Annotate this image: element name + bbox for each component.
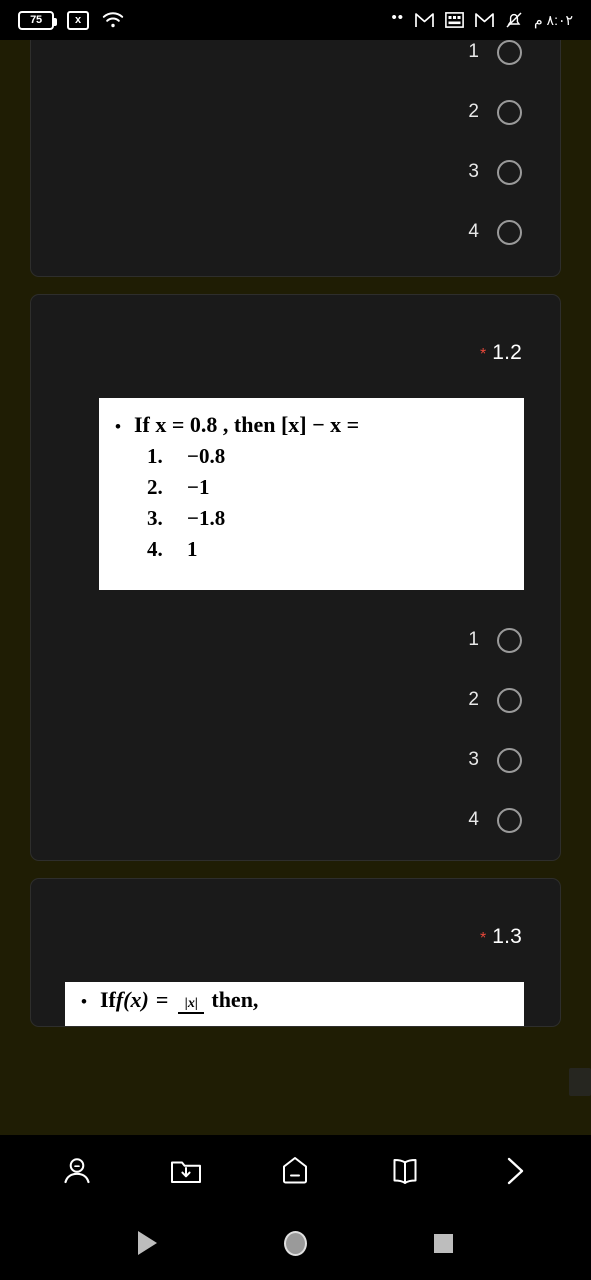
question-2-header: * 1.2	[31, 295, 560, 365]
radio-button[interactable]	[497, 747, 522, 773]
question-2-math-content: • If x = 0.8 , then [x] − x = 1. −0.8 2.…	[99, 398, 524, 562]
required-asterisk: *	[479, 930, 487, 947]
radio-option-label: 1	[468, 41, 479, 62]
choice-value: −1	[187, 475, 210, 499]
android-back-button[interactable]	[126, 1221, 170, 1265]
question-2-choice: 4. 1	[147, 537, 524, 562]
choice-index: 3.	[147, 506, 163, 530]
radio-option[interactable]: 1	[31, 610, 522, 670]
profile-icon[interactable]	[50, 1144, 104, 1198]
radio-button[interactable]	[497, 40, 522, 65]
radio-option[interactable]: 3	[31, 730, 522, 790]
gmail-icon	[475, 12, 494, 27]
android-home-button[interactable]	[274, 1221, 318, 1265]
question-3-math-content: • If f (x) = |x| then,	[65, 982, 524, 1015]
no-sim-icon: x	[67, 10, 89, 30]
radio-button[interactable]	[497, 219, 522, 245]
battery-level-label: 75	[30, 14, 42, 26]
question-card-2: * 1.2 • If x = 0.8 , then [x] − x = 1. −…	[30, 294, 561, 861]
question-3-stem-suffix: then,	[211, 987, 259, 1012]
gmail-icon	[415, 12, 434, 27]
radio-option[interactable]: 4	[31, 202, 522, 262]
radio-option-label: 4	[468, 221, 479, 242]
radio-button[interactable]	[497, 99, 522, 125]
choice-value: −1.8	[187, 506, 226, 530]
question-card-1: 1 2 3 4	[30, 40, 561, 277]
no-sim-label: x	[74, 14, 82, 26]
status-bar: 75 x •• ٨:٠٢ م	[0, 0, 591, 40]
question-2-choice-list: 1. −0.8 2. −1 3. −1.8 4. 1	[147, 444, 524, 562]
wifi-icon	[102, 12, 124, 28]
bookmarks-icon[interactable]	[378, 1144, 432, 1198]
phone-screen: 75 x •• ٨:٠٢ م 1 2 3 4 * 1.2 • If x = 0.…	[0, 0, 591, 1280]
question-2-options: 1 2 3 4	[31, 610, 560, 850]
form-scroll-area[interactable]: 1 2 3 4 * 1.2 • If x = 0.8 , then [x] − …	[0, 40, 591, 1135]
bullet-icon: •	[115, 417, 121, 436]
question-2-image: • If x = 0.8 , then [x] − x = 1. −0.8 2.…	[99, 398, 524, 590]
question-1-options: 1 2 3 4	[31, 40, 560, 262]
radio-option-label: 4	[468, 809, 479, 830]
fraction: |x|	[178, 996, 205, 1015]
fraction-numerator: |x|	[184, 996, 198, 1011]
required-asterisk: *	[479, 346, 487, 363]
android-recents-button[interactable]	[422, 1221, 466, 1265]
radio-option[interactable]: 4	[31, 790, 522, 850]
scrollbar-thumb[interactable]	[569, 1068, 591, 1096]
question-3-number: 1.3	[492, 925, 522, 948]
radio-option-label: 3	[468, 161, 479, 182]
equals-sign: =	[155, 987, 169, 1012]
keyboard-icon	[445, 12, 464, 28]
radio-button[interactable]	[497, 807, 522, 833]
question-3-stem-prefix: If	[99, 987, 116, 1012]
bullet-icon: •	[81, 992, 87, 1011]
fraction-bar	[178, 1012, 205, 1014]
question-2-choice: 2. −1	[147, 475, 524, 500]
question-3-stem: • If f (x) = |x| then,	[81, 987, 524, 1015]
question-3-function-arg: (x)	[123, 987, 149, 1012]
choice-value: 1	[187, 537, 198, 561]
choice-index: 1.	[147, 444, 163, 468]
radio-option[interactable]: 1	[31, 40, 522, 82]
browser-bottom-bar	[0, 1135, 591, 1206]
radio-option-label: 2	[468, 101, 479, 122]
android-navigation-bar	[0, 1206, 591, 1280]
battery-icon: 75	[18, 10, 57, 30]
home-circle-icon	[284, 1230, 307, 1256]
question-3-image: • If f (x) = |x| then,	[65, 982, 524, 1026]
back-triangle-icon	[138, 1231, 157, 1255]
status-bar-left: 75 x	[18, 10, 124, 30]
more-dots-icon: ••	[391, 8, 404, 26]
choice-index: 4.	[147, 537, 163, 561]
forward-icon[interactable]	[487, 1144, 541, 1198]
choice-value: −0.8	[187, 444, 226, 468]
recents-square-icon	[434, 1233, 453, 1253]
question-2-stem: • If x = 0.8 , then [x] − x =	[115, 412, 524, 438]
status-bar-clock: ٨:٠٢ م	[533, 11, 573, 28]
radio-option-label: 3	[468, 749, 479, 770]
question-2-choice: 3. −1.8	[147, 506, 524, 531]
question-2-choice: 1. −0.8	[147, 444, 524, 469]
home-icon[interactable]	[268, 1144, 322, 1198]
radio-button[interactable]	[497, 627, 522, 653]
status-bar-right: •• ٨:٠٢ م	[391, 8, 573, 29]
notifications-muted-icon	[506, 12, 522, 28]
radio-option[interactable]: 2	[31, 670, 522, 730]
radio-option[interactable]: 2	[31, 82, 522, 142]
question-2-stem-text: If x = 0.8 , then [x] − x =	[133, 412, 360, 437]
downloads-icon[interactable]	[159, 1144, 213, 1198]
question-3-header: * 1.3	[31, 879, 560, 949]
radio-option-label: 2	[468, 689, 479, 710]
choice-index: 2.	[147, 475, 163, 499]
question-card-3: * 1.3 • If f (x) = |x| then,	[30, 878, 561, 1027]
radio-option[interactable]: 3	[31, 142, 522, 202]
radio-button[interactable]	[497, 687, 522, 713]
radio-option-label: 1	[468, 629, 479, 650]
question-2-number: 1.2	[492, 341, 522, 364]
radio-button[interactable]	[497, 159, 522, 185]
question-3-function-name: f	[115, 987, 124, 1012]
